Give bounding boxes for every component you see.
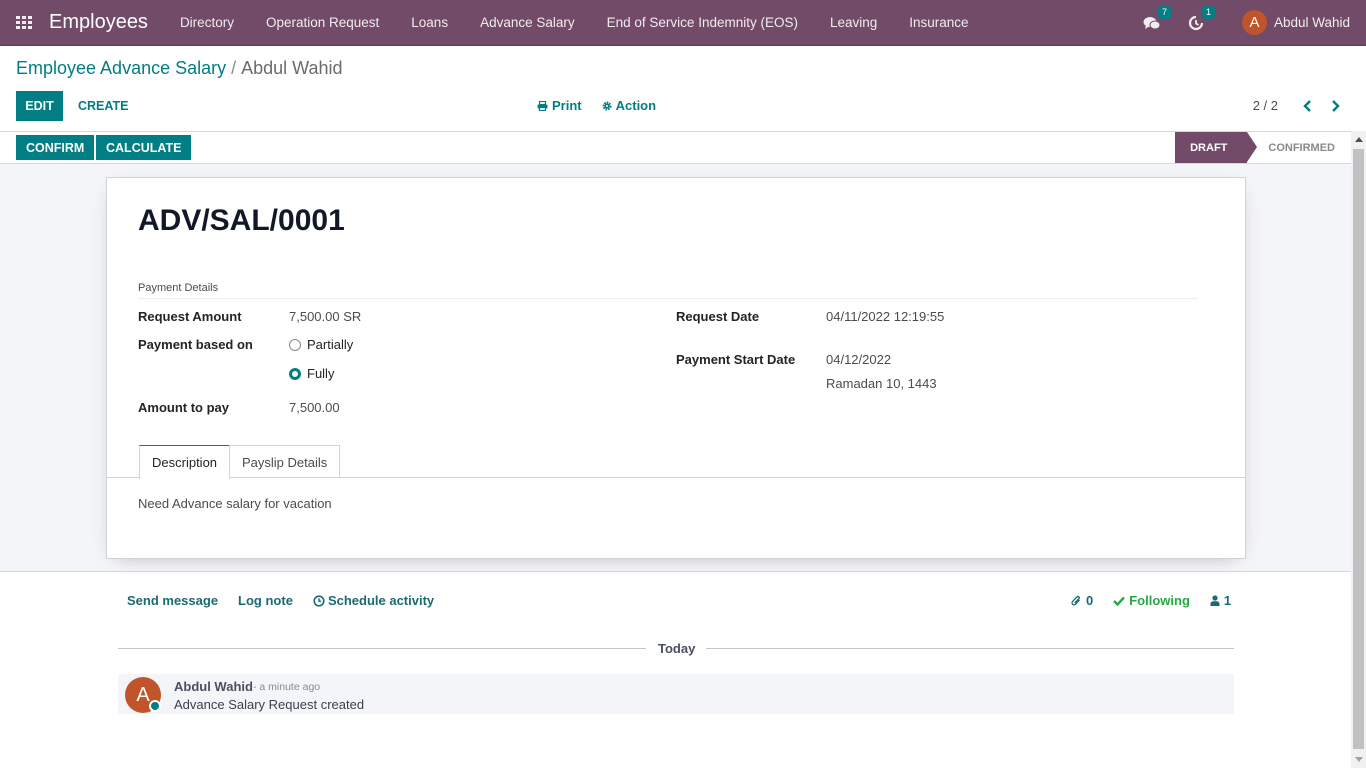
status-step-confirmed[interactable]: CONFIRMED	[1257, 132, 1351, 163]
attachments-count: 0	[1086, 593, 1094, 608]
log-note-button[interactable]: Log note	[238, 593, 293, 608]
activities-badge: 1	[1200, 4, 1216, 20]
form-statusbar: CONFIRM CALCULATE DRAFT CONFIRMED	[0, 131, 1351, 164]
description-text: Need Advance salary for vacation	[138, 496, 332, 511]
action-menus: Print Action	[537, 98, 656, 113]
payment-start-date-label: Payment Start Date	[676, 352, 796, 367]
print-icon	[537, 100, 548, 111]
amount-to-pay-value: 7,500.00	[289, 400, 340, 415]
main-menu: Directory Operation Request Loans Advanc…	[164, 15, 985, 30]
menu-leaving[interactable]: Leaving	[814, 15, 893, 30]
tab-payslip-details[interactable]: Payslip Details	[229, 445, 341, 478]
edit-button[interactable]: EDIT	[16, 91, 63, 121]
menu-operation-request[interactable]: Operation Request	[250, 15, 395, 30]
chatter-followers-bar: 0 Following 1	[1071, 593, 1231, 608]
request-date-label: Request Date	[676, 309, 760, 324]
chatter-message: A Abdul Wahid - a minute ago Advance Sal…	[118, 674, 1234, 714]
user-menu[interactable]: A Abdul Wahid	[1241, 10, 1350, 35]
pager-next-button[interactable]	[1327, 96, 1343, 116]
group-divider	[138, 298, 1198, 299]
date-separator: Today	[118, 640, 1234, 658]
triangle-up-icon	[1354, 137, 1363, 142]
radio-fully-label: Fully	[307, 366, 335, 381]
vertical-scrollbar[interactable]	[1351, 131, 1366, 768]
tab-description[interactable]: Description	[139, 445, 231, 479]
scroll-up-button[interactable]	[1351, 131, 1366, 148]
menu-insurance[interactable]: Insurance	[893, 15, 984, 30]
breadcrumb-current: Abdul Wahid	[241, 58, 343, 78]
messages-badge: 7	[1156, 4, 1172, 20]
user-name: Abdul Wahid	[1273, 15, 1350, 30]
menu-loans[interactable]: Loans	[395, 15, 464, 30]
attachments-button[interactable]: 0	[1071, 593, 1093, 608]
scroll-down-button[interactable]	[1351, 751, 1366, 768]
pager-previous-button[interactable]	[1299, 96, 1315, 116]
radio-checked-icon	[289, 367, 301, 380]
menu-advance-salary[interactable]: Advance Salary	[464, 15, 591, 30]
user-avatar: A	[1241, 10, 1267, 35]
gear-icon	[602, 100, 612, 111]
messages-button[interactable]: 7	[1142, 4, 1172, 33]
schedule-activity-button[interactable]: Schedule activity	[313, 593, 434, 608]
request-date-value: 04/11/2022 12:19:55	[826, 309, 945, 324]
schedule-activity-label: Schedule activity	[327, 593, 435, 608]
separator-line-left	[118, 648, 646, 649]
online-status-icon	[149, 700, 161, 712]
separator-line-right	[706, 648, 1234, 649]
message-date: - a minute ago	[253, 681, 321, 693]
followers-count: 1	[1223, 593, 1232, 608]
clock-icon	[313, 594, 325, 607]
send-message-button[interactable]: Send message	[127, 593, 218, 608]
message-body: Advance Salary Request created	[174, 697, 365, 712]
payment-start-date-value: 04/12/2022	[826, 352, 892, 367]
breadcrumb-separator: /	[231, 58, 237, 78]
notebook-tabs: Description Payslip Details	[107, 445, 1245, 479]
following-button[interactable]: Following	[1113, 593, 1190, 608]
radio-partially-label: Partially	[307, 337, 354, 352]
form-sheet-background: ADV/SAL/0001 Payment Details Request Amo…	[0, 164, 1351, 572]
pager-value[interactable]: 2 / 2	[1253, 98, 1278, 113]
form-sheet: ADV/SAL/0001 Payment Details Request Amo…	[106, 177, 1246, 559]
apps-menu-icon[interactable]	[16, 15, 34, 30]
print-label: Print	[552, 98, 582, 113]
triangle-down-icon	[1354, 757, 1363, 762]
followers-button[interactable]: 1	[1210, 593, 1231, 608]
activities-button[interactable]: 1	[1186, 4, 1216, 33]
confirm-button[interactable]: CONFIRM	[16, 135, 95, 160]
record-name: ADV/SAL/0001	[138, 204, 345, 237]
date-separator-label: Today	[658, 641, 696, 656]
request-amount-value: 7,500.00 SR	[289, 309, 362, 324]
app-name[interactable]: Employees	[49, 11, 148, 34]
paperclip-icon	[1071, 595, 1080, 605]
scroll-thumb[interactable]	[1353, 149, 1364, 749]
check-icon	[1113, 596, 1126, 606]
status-step-draft[interactable]: DRAFT	[1175, 132, 1258, 163]
radio-fully[interactable]: Fully	[289, 366, 334, 381]
systray: 7 1 A Abdul Wahid	[1130, 0, 1366, 45]
calculate-button[interactable]: CALCULATE	[96, 135, 192, 160]
radio-unchecked-icon	[289, 338, 301, 351]
user-icon	[1210, 595, 1220, 606]
payment-start-hijri-value: Ramadan 10, 1443	[826, 376, 937, 391]
breadcrumb-parent[interactable]: Employee Advance Salary	[16, 58, 226, 79]
group-title-payment-details: Payment Details	[138, 282, 219, 294]
menu-directory[interactable]: Directory	[164, 15, 250, 30]
action-menu[interactable]: Action	[602, 98, 656, 113]
breadcrumb: Employee Advance Salary / Abdul Wahid	[16, 58, 343, 79]
status-steps: DRAFT CONFIRMED	[1175, 132, 1351, 163]
payment-based-label: Payment based on	[138, 337, 253, 352]
create-button[interactable]: CREATE	[68, 91, 138, 121]
chevron-right-icon	[1331, 100, 1340, 112]
request-amount-label: Request Amount	[138, 309, 242, 324]
top-navbar: Employees Directory Operation Request Lo…	[0, 0, 1366, 46]
message-author[interactable]: Abdul Wahid	[174, 679, 253, 694]
print-menu[interactable]: Print	[537, 98, 582, 113]
chevron-left-icon	[1302, 100, 1311, 112]
amount-to-pay-label: Amount to pay	[138, 400, 229, 415]
action-label: Action	[615, 98, 657, 113]
chatter-topbar: Send message Log note Schedule activity	[127, 593, 434, 608]
menu-eos[interactable]: End of Service Indemnity (EOS)	[591, 15, 814, 30]
radio-partially[interactable]: Partially	[289, 337, 353, 352]
following-label: Following	[1129, 593, 1190, 608]
